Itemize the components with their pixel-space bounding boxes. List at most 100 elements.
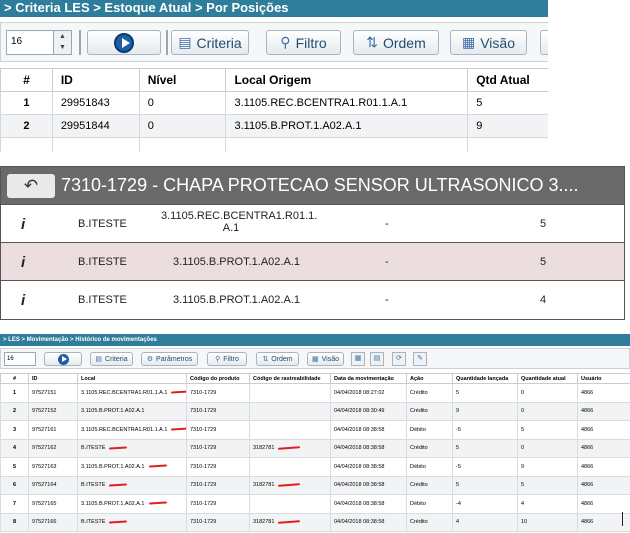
cell-atual: 0	[517, 438, 578, 458]
cell-id: 97527163	[28, 457, 78, 477]
filtro-label: Filtro	[295, 34, 327, 51]
cell-text: 5	[12, 463, 17, 470]
table-row[interactable]: 3 97527161 3.1105.REC.BCENTRA1.R01.1.A.1 73…	[0, 420, 630, 440]
cell-text: 3	[12, 426, 17, 433]
item-local: 3.1105.B.PROT.1.A02.A.1	[173, 294, 300, 306]
table-row[interactable]: 1 29951843 0 3.1105.REC.BCENTRA1.R01.1.A…	[0, 91, 548, 115]
table-row[interactable]: 7 97527165 3.1105.B.PROT.1.A02.A.1 7310-172…	[0, 494, 630, 514]
cell-text: 9	[521, 463, 525, 470]
visao-button[interactable]: ▦ Visão	[307, 352, 344, 366]
cell-atual: 5	[517, 475, 578, 495]
column-header[interactable]: Data da movimentação	[330, 373, 407, 384]
red-underline-annotation	[109, 446, 128, 450]
item-user: B.ITESTE	[78, 218, 127, 230]
cell-lancada: 9	[452, 401, 518, 421]
table-row[interactable]: 4 97527162 B.ITESTE 7310-1729 3182781 04/04/2…	[0, 438, 630, 458]
run-button[interactable]	[87, 30, 161, 55]
ordem-button[interactable]: ⇅ Ordem	[256, 352, 299, 366]
column-header[interactable]: #	[0, 373, 29, 384]
list-item[interactable]: i B.ITESTE 3.1105.B.PROT.1.A02.A.1 - 5	[1, 242, 624, 280]
table-row[interactable]: 8 97527166 B.ITESTE 7310-1729 3182781 04/04/2…	[0, 512, 630, 532]
cell-produto: 7310-1729	[186, 512, 250, 532]
cell-text: 0	[521, 445, 525, 452]
cell-text: 0	[521, 389, 525, 396]
red-underline-annotation	[148, 501, 167, 505]
column-header[interactable]: Local Origem	[225, 68, 469, 92]
info-icon[interactable]: i	[21, 216, 25, 233]
column-header[interactable]: Quantidade lançada	[452, 373, 518, 384]
column-header[interactable]: Qtd Atual	[467, 68, 548, 92]
sort-az-icon: ⇅	[262, 356, 269, 363]
ordem-button[interactable]: ⇅ Ordem	[353, 30, 439, 55]
toolbar-separator	[79, 30, 81, 55]
parametros-button[interactable]: ⚙ Parâmetros	[141, 352, 198, 366]
info-icon[interactable]: i	[21, 292, 25, 309]
cell-rastreio: 3182781	[249, 438, 331, 458]
page-size-spinner[interactable]: 16	[4, 352, 36, 366]
cell-atual: 10	[517, 512, 578, 532]
column-header[interactable]: Local	[77, 373, 187, 384]
column-header[interactable]: Nível	[138, 68, 227, 92]
column-header[interactable]: Usuário	[577, 373, 630, 384]
ordem-label: Ordem	[382, 34, 426, 51]
table-row[interactable]: 6 97527164 B.ITESTE 7310-1729 3182781 04/04/2…	[0, 475, 630, 495]
cell-text: 97527165	[32, 500, 57, 507]
cell-text: 04/04/2018 08:38:58	[334, 426, 385, 433]
cell-text: 97527166	[32, 519, 57, 526]
column-header[interactable]: Ação	[406, 373, 453, 384]
cell-nivel: 0	[138, 114, 227, 138]
tools-icon[interactable]: ✎	[413, 352, 427, 366]
table-row[interactable]: 2 97527152 3.1105.B.PROT.1.A02.A.1 7310-172…	[0, 401, 630, 421]
spinner-arrows-icon[interactable]: ▲ ▼	[53, 31, 71, 54]
cell-text: 97527161	[32, 426, 57, 433]
list-item[interactable]: i B.ITESTE 3.1105.B.PROT.1.A02.A.1 - 4	[1, 280, 624, 318]
cell-num: 1	[0, 383, 29, 403]
cell-local: 3.1105.B.PROT.1.A02.A.1	[77, 457, 187, 477]
table-row[interactable]: 5 97527163 3.1105.B.PROT.1.A02.A.1 7310-172…	[0, 457, 630, 477]
more-button[interactable]	[540, 30, 548, 55]
item-qty: 5	[540, 218, 547, 230]
cell-text: 04/04/2018 08:30:49	[334, 408, 385, 415]
filtro-button[interactable]: ⚲ Filtro	[266, 30, 341, 55]
column-header[interactable]: ID	[51, 68, 140, 92]
run-button[interactable]	[44, 352, 82, 366]
cell-usuario: 4866	[577, 475, 630, 495]
cell-text: Crédito	[410, 445, 428, 452]
cell-text: 4866	[581, 482, 594, 489]
page-size-spinner[interactable]: 16 ▲ ▼	[6, 30, 72, 55]
play-icon	[57, 353, 69, 365]
cell-num: 4	[0, 438, 29, 458]
column-header[interactable]: Quantidade atual	[517, 373, 578, 384]
cell-text: 4	[456, 519, 460, 526]
column-header[interactable]: Código de rastreabilidade	[249, 373, 331, 384]
cell-data: 04/04/2018 08:30:49	[330, 401, 407, 421]
criteria-button[interactable]: ▤ Criteria	[171, 30, 249, 55]
column-header[interactable]: Código do produto	[186, 373, 250, 384]
cell-text: 04/04/2018 08:27:02	[334, 389, 385, 396]
table-row[interactable]: 2 29951844 0 3.1105.B.PROT.1.A02.A.1 9	[0, 114, 548, 138]
cell-lancada: 5	[452, 438, 518, 458]
info-icon[interactable]: i	[21, 254, 25, 271]
cell-text: 97527162	[32, 445, 57, 452]
red-underline-annotation	[278, 446, 301, 450]
cell-acao: Crédito	[406, 401, 453, 421]
criteria-button[interactable]: ▤ Criteria	[90, 352, 133, 366]
print-icon[interactable]: ▤	[370, 352, 384, 366]
cell-text: 7	[12, 500, 17, 507]
cell-id: 97527162	[28, 438, 78, 458]
page-size-value: 16	[11, 36, 23, 47]
back-icon[interactable]: ↶	[7, 173, 55, 198]
column-header[interactable]: ID	[28, 373, 78, 384]
item-dash: -	[385, 218, 389, 230]
export-excel-icon[interactable]: ▦	[351, 352, 365, 366]
visao-button[interactable]: ▦ Visão	[450, 30, 527, 55]
table-row[interactable]: 1 97527151 3.1105.REC.BCENTRA1.R01.1.A.1 73…	[0, 383, 630, 403]
cell-atual: 5	[517, 420, 578, 440]
list-item[interactable]: i B.ITESTE 3.1105.REC.BCENTRA1.R01.1. A.…	[1, 204, 624, 242]
cell-local: 3.1105.B.PROT.1.A02.A.1	[77, 401, 187, 421]
cell-num: 6	[0, 475, 29, 495]
parametros-label: Parâmetros	[156, 355, 193, 363]
filtro-button[interactable]: ⚲ Filtro	[207, 352, 247, 366]
refresh-icon[interactable]: ⟳	[392, 352, 406, 366]
column-header[interactable]: #	[0, 68, 53, 92]
